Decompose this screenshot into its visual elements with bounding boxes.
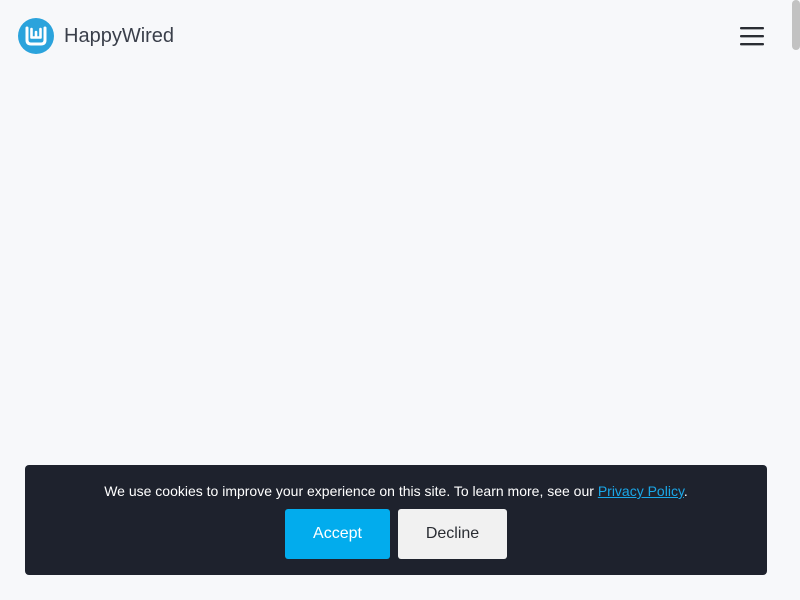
site-header: HappyWired xyxy=(0,0,792,72)
page: HappyWired We use cookies to improve you… xyxy=(0,0,800,600)
scrollbar-thumb[interactable] xyxy=(792,0,800,50)
cookie-message-text: We use cookies to improve your experienc… xyxy=(104,483,598,499)
cookie-message-suffix: . xyxy=(683,483,688,499)
hamburger-menu-icon xyxy=(740,27,764,46)
menu-button[interactable] xyxy=(736,20,768,52)
happywired-logo-icon xyxy=(18,18,54,54)
brand-home-link[interactable]: HappyWired xyxy=(18,18,174,54)
vertical-scrollbar[interactable] xyxy=(792,0,800,600)
accept-cookies-button[interactable]: Accept xyxy=(285,509,390,559)
decline-cookies-button[interactable]: Decline xyxy=(398,509,507,559)
cookie-actions: Accept Decline xyxy=(285,509,507,559)
privacy-policy-link[interactable]: Privacy Policy xyxy=(598,483,684,499)
cookie-message: We use cookies to improve your experienc… xyxy=(104,482,688,500)
brand-name: HappyWired xyxy=(64,24,175,47)
cookie-banner: We use cookies to improve your experienc… xyxy=(25,465,767,575)
